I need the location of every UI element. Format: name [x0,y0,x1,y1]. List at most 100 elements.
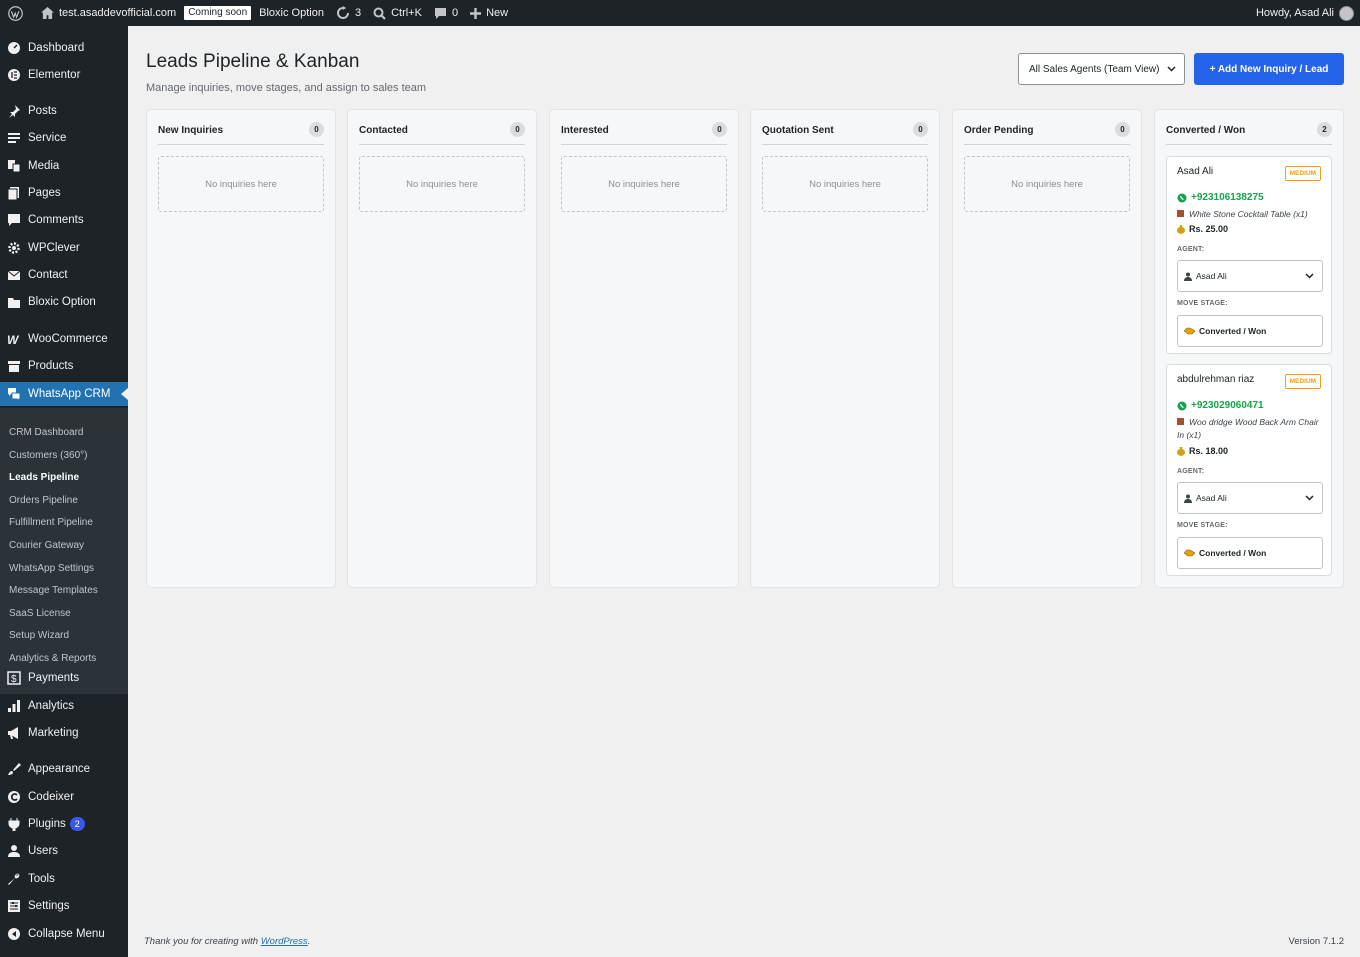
lead-price: Rs. 25.00 [1177,224,1228,234]
sidebar-item-bloxic-option[interactable]: Bloxic Option [0,290,128,314]
megaphone-icon [0,726,28,740]
sidebar-item-woocommerce[interactable]: W WooCommerce [0,327,128,351]
submenu-item-fulfillment-pipeline[interactable]: Fulfillment Pipeline [9,514,93,530]
sidebar-item-tools[interactable]: Tools [0,867,128,891]
page-title: Leads Pipeline & Kanban [146,51,360,72]
comments-link[interactable]: 0 [428,0,464,26]
sidebar-item-media[interactable]: Media [0,154,128,178]
submenu-item-whatsapp-settings[interactable]: WhatsApp Settings [9,560,94,576]
my-account-link[interactable]: Howdy, Asad Ali [1250,0,1360,26]
column-count-badge: 0 [712,122,727,137]
footer-version: Version 7.1.2 [1288,936,1344,947]
lead-phone[interactable]: +923106138275 [1177,192,1264,203]
new-content-link[interactable]: New [464,0,514,26]
updates-link[interactable]: 3 [330,0,367,26]
sidebar-item-label: Tools [28,873,55,885]
column-title: Converted / Won [1166,125,1246,136]
sidebar-item-comments[interactable]: Comments [0,208,128,232]
sidebar-item-dashboard[interactable]: Dashboard [0,36,128,60]
submenu-item-courier-gateway[interactable]: Courier Gateway [9,537,84,553]
move-stage-label: MOVE STAGE: [1177,300,1228,307]
site-name-link[interactable]: test.asaddevofficial.com [29,0,182,26]
sidebar-item-label: Contact [28,269,68,281]
sidebar-item-label: Users [28,845,59,857]
submenu-item-setup-wizard[interactable]: Setup Wizard [9,627,69,643]
stage-select[interactable]: Converted / Won [1177,537,1323,569]
lead-card[interactable]: Asad Ali MEDIUM +923106138275 White Stone C… [1166,156,1332,354]
submenu-item-leads-pipeline[interactable]: Leads Pipeline [9,469,79,485]
sidebar-item-codeixer[interactable]: Codeixer [0,785,128,809]
submenu-item-crm-dashboard[interactable]: CRM Dashboard [9,424,83,440]
sidebar-item-label: Comments [28,214,84,226]
whatsapp-icon [1177,193,1187,202]
plus-icon [470,7,482,19]
sidebar-item-pages[interactable]: Pages [0,181,128,205]
wp-logo-button[interactable] [0,0,29,26]
sidebar-item-label: Media [28,160,60,172]
sidebar-item-wpclever[interactable]: WPClever [0,236,128,260]
chat-icon [0,387,28,401]
column-title: Order Pending [964,125,1034,136]
sidebar-item-elementor[interactable]: Elementor [0,63,128,87]
submenu-item-message-templates[interactable]: Message Templates [9,582,98,598]
avatar [1339,5,1354,21]
priority-badge: MEDIUM [1284,374,1321,389]
sidebar-item-label: Elementor [28,69,81,81]
folder-icon [0,295,28,309]
bloxic-option-link[interactable]: Bloxic Option [253,0,330,26]
brush-icon [0,762,28,776]
sidebar-item-contact[interactable]: Contact [0,263,128,287]
add-lead-button[interactable]: + Add New Inquiry / Lead [1194,53,1344,85]
column-count-badge: 0 [309,122,324,137]
lead-card[interactable]: abdulrehman riaz MEDIUM +923029060471 Woo d… [1166,364,1332,576]
admin-bar: test.asaddevofficial.com Coming soon Blo… [0,0,1360,26]
sidebar-item-posts[interactable]: Posts [0,99,128,123]
sidebar-item-label: Bloxic Option [28,296,96,308]
chevron-down-icon [1167,66,1176,72]
submenu-item-customers-360[interactable]: Customers (360°) [9,447,87,463]
money-bag-icon [1177,446,1185,456]
sidebar-item-products[interactable]: Products [0,354,128,378]
settings-icon [0,899,28,913]
main-content: Leads Pipeline & Kanban Manage inquiries… [128,26,1360,957]
footer-thanks: Thank you for creating with WordPress. [144,936,311,947]
sidebar-item-plugins[interactable]: Plugins 2 [0,812,128,836]
submenu-item-saas-license[interactable]: SaaS License [9,605,71,621]
sidebar-item-label: Service [28,132,67,144]
wordpress-link[interactable]: WordPress [261,936,308,947]
sidebar-item-label: Payments [28,672,80,684]
sidebar-item-analytics[interactable]: Analytics [0,694,128,718]
agent-label: AGENT: [1177,468,1205,475]
sidebar-item-payments[interactable]: $ Payments [0,666,128,690]
coming-soon-badge[interactable]: Coming soon [182,0,253,26]
submenu-item-analytics-reports[interactable]: Analytics & Reports [9,650,96,666]
stage-select[interactable]: Converted / Won [1177,315,1323,347]
comment-icon [434,7,446,19]
move-stage-label: MOVE STAGE: [1177,522,1228,529]
sidebar-item-label: Appearance [28,763,91,775]
agent-select[interactable]: Asad Ali [1177,482,1323,514]
wordpress-icon [8,5,23,21]
sidebar-item-marketing[interactable]: Marketing [0,721,128,745]
sidebar-item-whatsapp-crm[interactable]: WhatsApp CRM [0,382,128,406]
sidebar-item-service[interactable]: Service [0,126,128,150]
sidebar-item-appearance[interactable]: Appearance [0,757,128,781]
sidebar-item-collapse-menu[interactable]: Collapse Menu [0,922,128,946]
svg-text:W: W [7,333,20,346]
agent-select[interactable]: Asad Ali [1177,260,1323,292]
whatsapp-icon [1177,401,1187,410]
sidebar-item-users[interactable]: Users [0,839,128,863]
column-title: Contacted [359,125,408,136]
empty-dropzone: No inquiries here [762,156,928,212]
svg-text:$: $ [11,674,17,685]
command-palette-link[interactable]: Ctrl+K [367,0,428,26]
agent-filter-select[interactable]: All Sales Agents (Team View) [1018,53,1185,85]
sidebar-item-settings[interactable]: Settings [0,894,128,918]
sidebar-item-label: Products [28,360,74,372]
submenu-item-orders-pipeline[interactable]: Orders Pipeline [9,492,78,508]
handshake-icon [1184,327,1195,335]
column-header: Order Pending 0 [964,122,1130,145]
lead-phone[interactable]: +923029060471 [1177,400,1264,411]
lead-product: Woo dridge Wood Back Arm Chair In (x1) [1177,417,1319,440]
sidebar-item-label: Pages [28,187,61,199]
